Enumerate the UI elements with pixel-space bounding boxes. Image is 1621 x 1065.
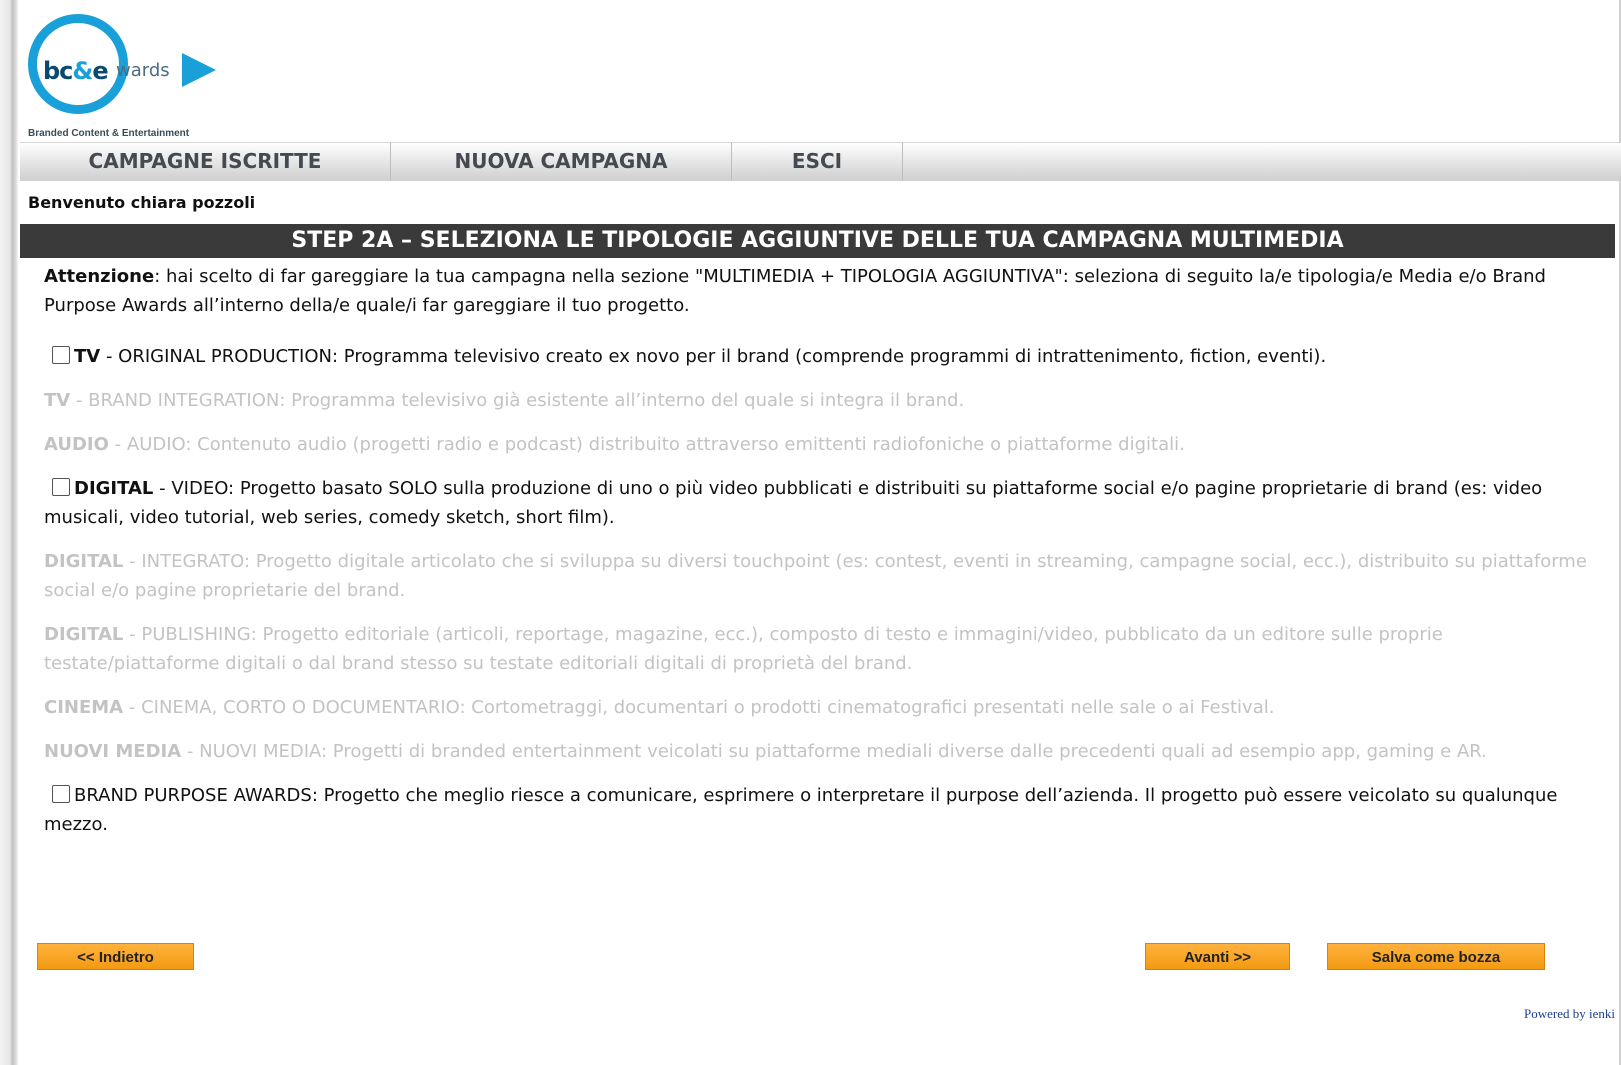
- option-text: - AUDIO: Contenuto audio (progetti radio…: [108, 434, 1185, 455]
- next-button[interactable]: Avanti >>: [1145, 943, 1290, 970]
- intro-body: : hai scelto di far gareggiare la tua ca…: [44, 266, 1546, 316]
- option-text: - BRAND INTEGRATION: Programma televisiv…: [70, 390, 965, 411]
- option-category: DIGITAL: [44, 551, 124, 572]
- logo-suffix: wards: [116, 60, 170, 81]
- play-triangle-icon: [182, 53, 216, 87]
- option-text: - NUOVI MEDIA: Progetti di branded enter…: [181, 741, 1487, 762]
- logo-wordmark: bc&e: [43, 57, 109, 85]
- nav-campagne-iscritte[interactable]: CAMPAGNE ISCRITTE: [20, 143, 391, 181]
- back-button[interactable]: << Indietro: [37, 943, 194, 970]
- option-text: - ORIGINAL PRODUCTION: Programma televis…: [100, 346, 1327, 367]
- option-tv-brand-integration: TV - BRAND INTEGRATION: Programma televi…: [44, 386, 1614, 415]
- option-text: - INTEGRATO: Progetto digitale articolat…: [44, 551, 1587, 601]
- option-digital-video: DIGITAL - VIDEO: Progetto basato SOLO su…: [44, 474, 1614, 532]
- step-title: STEP 2A – SELEZIONA LE TIPOLOGIE AGGIUNT…: [20, 224, 1615, 258]
- option-category: DIGITAL: [44, 624, 124, 645]
- save-draft-button[interactable]: Salva come bozza: [1327, 943, 1545, 970]
- bce-awards-logo: bc&e wards Branded Content & Entertainme…: [24, 8, 224, 139]
- option-tv-original-production: TV - ORIGINAL PRODUCTION: Programma tele…: [44, 342, 1614, 371]
- intro-strong: Attenzione: [44, 266, 155, 287]
- logo-subtitle: Branded Content & Entertainment: [28, 128, 190, 139]
- option-audio: AUDIO - AUDIO: Contenuto audio (progetti…: [44, 430, 1614, 459]
- option-text: - PUBLISHING: Progetto editoriale (artic…: [44, 624, 1443, 674]
- option-category: DIGITAL: [74, 478, 154, 499]
- powered-by-link[interactable]: Powered by ienki: [1524, 1006, 1615, 1022]
- option-text: - VIDEO: Progetto basato SOLO sulla prod…: [44, 478, 1543, 528]
- page-left-rail: [0, 0, 18, 1065]
- checkbox-brand-purpose-awards[interactable]: [52, 785, 70, 803]
- option-category: NUOVI MEDIA: [44, 741, 182, 762]
- checkbox-tv-original-production[interactable]: [52, 346, 70, 364]
- option-text: BRAND PURPOSE AWARDS: Progetto che megli…: [44, 785, 1558, 835]
- option-digital-publishing: DIGITAL - PUBLISHING: Progetto editorial…: [44, 620, 1614, 678]
- option-brand-purpose-awards: BRAND PURPOSE AWARDS: Progetto che megli…: [44, 781, 1614, 839]
- option-category: AUDIO: [44, 434, 109, 455]
- welcome-message: Benvenuto chiara pozzoli: [28, 193, 256, 212]
- option-text: - CINEMA, CORTO O DOCUMENTARIO: Cortomet…: [123, 697, 1275, 718]
- intro-text: Attenzione: hai scelto di far gareggiare…: [44, 262, 1614, 320]
- main-nav: CAMPAGNE ISCRITTE NUOVA CAMPAGNA ESCI: [20, 142, 1621, 181]
- option-nuovi-media: NUOVI MEDIA - NUOVI MEDIA: Progetti di b…: [44, 737, 1614, 766]
- nav-esci[interactable]: ESCI: [732, 143, 903, 181]
- checkbox-digital-video[interactable]: [52, 478, 70, 496]
- option-category: CINEMA: [44, 697, 124, 718]
- nav-nuova-campagna[interactable]: NUOVA CAMPAGNA: [391, 143, 732, 181]
- option-cinema: CINEMA - CINEMA, CORTO O DOCUMENTARIO: C…: [44, 693, 1614, 722]
- form-content: Attenzione: hai scelto di far gareggiare…: [44, 262, 1614, 854]
- option-digital-integrato: DIGITAL - INTEGRATO: Progetto digitale a…: [44, 547, 1614, 605]
- option-category: TV: [74, 346, 101, 367]
- option-category: TV: [44, 390, 71, 411]
